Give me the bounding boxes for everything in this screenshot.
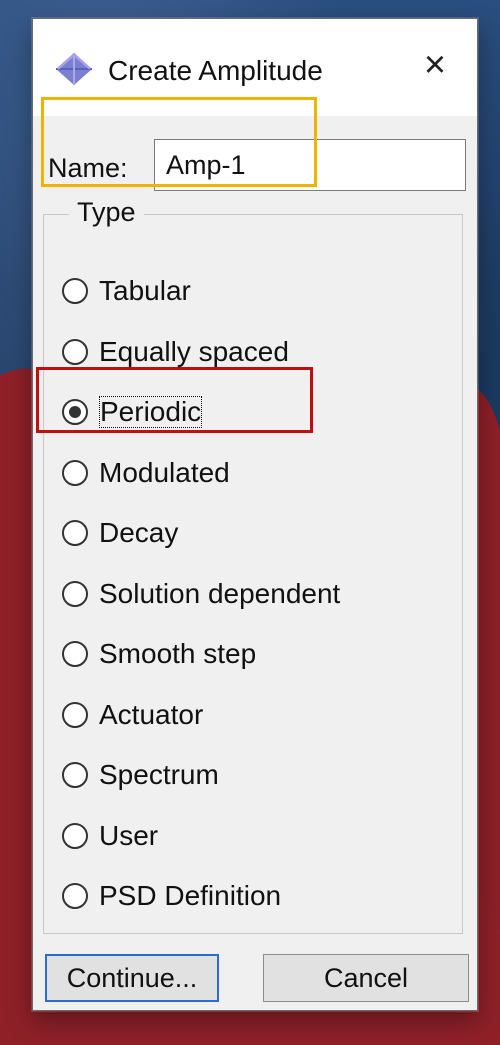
- amplitude-type-options: Tabular Equally spaced Periodic Modulate…: [62, 261, 452, 927]
- amplitude-diamond-icon: [56, 53, 92, 85]
- radio-button[interactable]: [62, 459, 88, 486]
- option-psd-definition[interactable]: PSD Definition: [62, 866, 452, 927]
- option-label: Equally spaced: [99, 335, 289, 367]
- option-equally-spaced[interactable]: Equally spaced: [62, 322, 452, 383]
- option-modulated[interactable]: Modulated: [62, 443, 452, 504]
- radio-button[interactable]: [62, 822, 88, 849]
- close-button[interactable]: ×: [417, 44, 453, 86]
- close-icon: ×: [423, 44, 447, 86]
- option-label: Solution dependent: [99, 577, 341, 609]
- option-actuator[interactable]: Actuator: [62, 685, 452, 746]
- radio-button[interactable]: [62, 883, 88, 910]
- continue-button[interactable]: Continue...: [45, 954, 219, 1002]
- type-group-label: Type: [69, 197, 144, 228]
- option-periodic[interactable]: Periodic: [62, 382, 452, 443]
- create-amplitude-dialog: Create Amplitude × Name: Type Tabular Eq…: [32, 18, 478, 1011]
- option-label: Decay: [99, 517, 179, 549]
- option-label: Periodic: [99, 396, 203, 429]
- option-label: Tabular: [99, 275, 191, 307]
- option-label: User: [99, 819, 159, 851]
- option-label: Actuator: [99, 698, 204, 730]
- option-label: Smooth step: [99, 638, 257, 670]
- cancel-button[interactable]: Cancel: [263, 954, 469, 1002]
- option-user[interactable]: User: [62, 806, 452, 867]
- radio-button-selected[interactable]: [62, 399, 88, 426]
- dialog-title: Create Amplitude: [108, 55, 323, 86]
- type-groupbox: Type Tabular Equally spaced Periodic Mod…: [43, 197, 463, 934]
- name-row: Name:: [43, 137, 468, 193]
- option-tabular[interactable]: Tabular: [62, 261, 452, 322]
- option-solution-dependent[interactable]: Solution dependent: [62, 564, 452, 625]
- name-input[interactable]: [154, 139, 466, 191]
- option-spectrum[interactable]: Spectrum: [62, 745, 452, 806]
- radio-button[interactable]: [62, 580, 88, 607]
- dialog-titlebar: Create Amplitude ×: [33, 19, 477, 116]
- name-label: Name:: [48, 153, 128, 183]
- option-decay[interactable]: Decay: [62, 503, 452, 564]
- radio-button[interactable]: [62, 278, 88, 305]
- option-smooth-step[interactable]: Smooth step: [62, 624, 452, 685]
- radio-button[interactable]: [62, 520, 88, 547]
- dialog-buttons: Continue... Cancel: [45, 954, 469, 1004]
- radio-button[interactable]: [62, 701, 88, 728]
- radio-button[interactable]: [62, 641, 88, 668]
- radio-button[interactable]: [62, 762, 88, 789]
- option-label: Spectrum: [99, 759, 219, 791]
- option-label: Modulated: [99, 456, 230, 488]
- radio-button[interactable]: [62, 338, 88, 365]
- option-label: PSD Definition: [99, 880, 282, 912]
